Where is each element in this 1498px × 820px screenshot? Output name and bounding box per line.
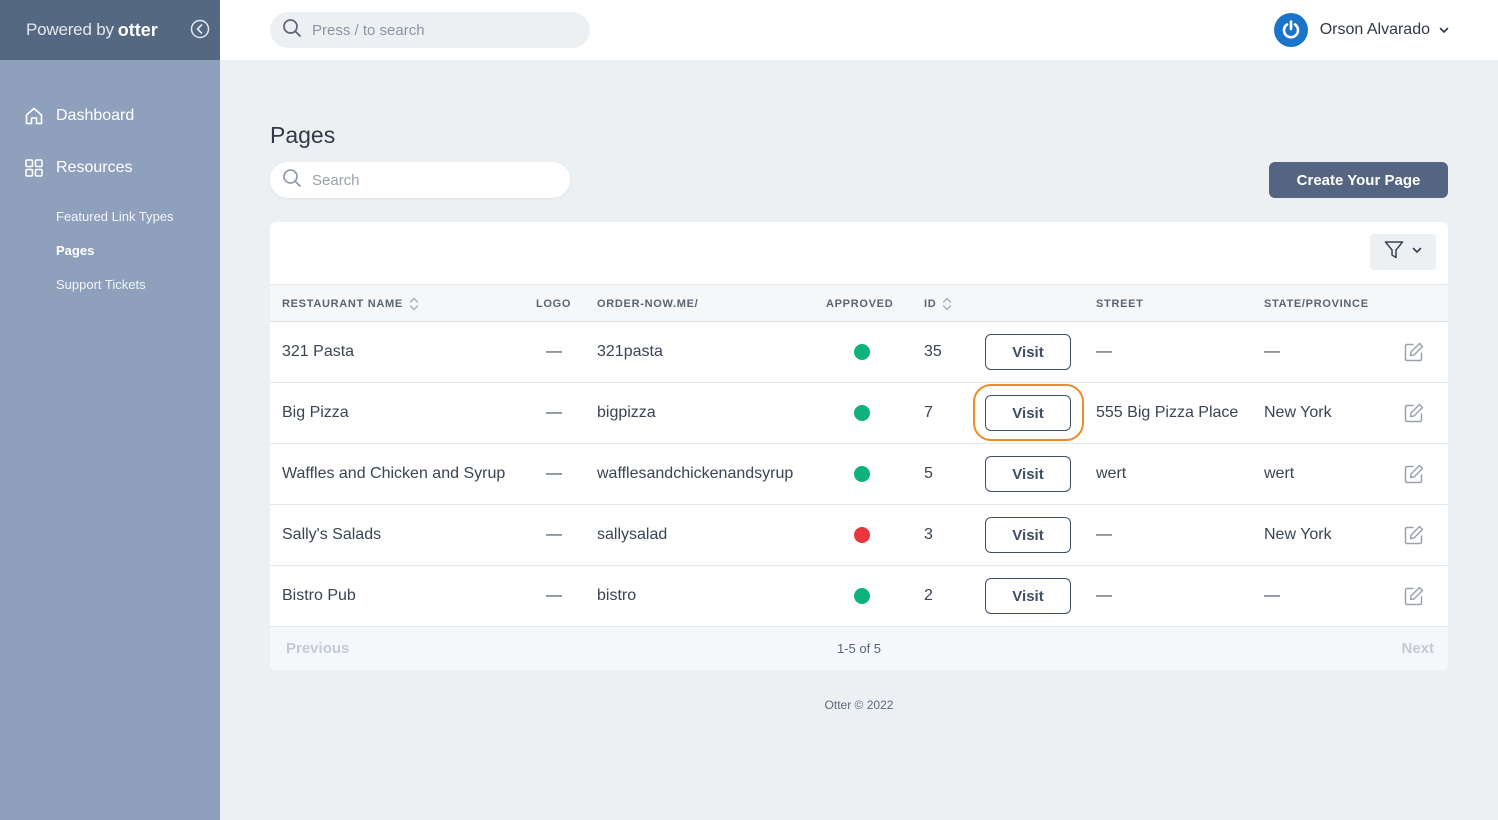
table-header: RESTAURANT NAME LOGO ORDER-NOW.ME/ APPRO… (270, 284, 1448, 322)
restaurant-name: Big Pizza (282, 404, 349, 421)
sort-icon[interactable] (409, 296, 419, 312)
footer: Otter © 2022 (824, 698, 894, 712)
pages-table-card: RESTAURANT NAME LOGO ORDER-NOW.ME/ APPRO… (270, 222, 1448, 670)
page-id: 5 (924, 465, 933, 482)
street: — (1096, 526, 1112, 543)
table-row: 321 Pasta — 321pasta 35 Visit — — (270, 322, 1448, 383)
topbar: Orson Alvarado (220, 0, 1498, 60)
column-header-label: ID (924, 298, 937, 310)
order-now-slug: bigpizza (597, 404, 656, 421)
sidebar-item-label: Resources (56, 159, 133, 176)
brand-prefix: Powered by (26, 20, 114, 39)
column-header-label: RESTAURANT NAME (282, 298, 403, 310)
state-province: — (1264, 343, 1280, 360)
restaurant-name: Waffles and Chicken and Syrup (282, 465, 506, 482)
sort-icon[interactable] (942, 296, 952, 312)
page-id: 7 (924, 404, 933, 421)
order-now-slug: sallysalad (597, 526, 668, 543)
street: wert (1096, 465, 1127, 482)
visit-button[interactable]: Visit (985, 395, 1071, 431)
approved-status-dot (854, 466, 870, 482)
edit-icon[interactable] (1403, 402, 1425, 424)
visit-button[interactable]: Visit (985, 334, 1071, 370)
table-row: Big Pizza — bigpizza 7 Visit 555 Big Piz… (270, 383, 1448, 444)
column-header-street: STREET (1096, 298, 1144, 310)
sidebar-subitem-pages[interactable]: Pages (0, 234, 220, 268)
state-province: New York (1264, 526, 1332, 543)
restaurant-name: 321 Pasta (282, 343, 355, 360)
pagination-count: 1-5 of 5 (836, 641, 882, 656)
sidebar-item-label: Dashboard (56, 107, 135, 124)
pages-search[interactable] (270, 162, 570, 198)
collapse-sidebar-icon[interactable] (190, 19, 210, 39)
pagination: Previous 1-5 of 5 Next (270, 627, 1448, 670)
sidebar-subitem-featured-link-types[interactable]: Featured Link Types (0, 200, 220, 234)
chevron-down-icon (1411, 243, 1423, 261)
street: 555 Big Pizza Place (1096, 404, 1239, 421)
page-id: 2 (924, 587, 933, 604)
column-header-order-now: ORDER-NOW.ME/ (597, 298, 699, 310)
state-province: wert (1264, 465, 1295, 482)
chevron-down-icon (1438, 24, 1450, 36)
not-approved-status-dot (854, 527, 870, 543)
page-title: Pages (270, 122, 336, 148)
logo-cell: — (546, 465, 562, 482)
table-row: Waffles and Chicken and Syrup — wafflesa… (270, 444, 1448, 505)
table-row: Sally's Salads — sallysalad 3 Visit — Ne… (270, 505, 1448, 566)
user-name: Orson Alvarado (1319, 21, 1430, 38)
page-id: 3 (924, 526, 933, 543)
restaurant-name: Sally's Salads (282, 526, 382, 543)
sidebar-item-resources[interactable]: Resources (0, 142, 220, 194)
street: — (1096, 587, 1112, 604)
create-page-button[interactable]: Create Your Page (1269, 162, 1448, 198)
visit-button[interactable]: Visit (985, 456, 1071, 492)
page-id: 35 (924, 343, 942, 360)
visit-button[interactable]: Visit (985, 517, 1071, 553)
visit-button[interactable]: Visit (985, 578, 1071, 614)
street: — (1096, 343, 1112, 360)
state-province: New York (1264, 404, 1332, 421)
edit-icon[interactable] (1403, 341, 1425, 363)
logo-cell: — (546, 343, 562, 360)
approved-status-dot (854, 588, 870, 604)
next-page-button[interactable]: Next (1401, 627, 1434, 670)
restaurant-name: Bistro Pub (282, 587, 356, 604)
user-menu[interactable]: Orson Alvarado (1273, 13, 1450, 47)
filter-icon (1383, 239, 1405, 266)
order-now-slug: 321pasta (597, 343, 663, 360)
global-search-input[interactable] (312, 21, 572, 39)
table-row: Bistro Pub — bistro 2 Visit — — (270, 566, 1448, 627)
sidebar-subitem-support-tickets[interactable]: Support Tickets (0, 268, 220, 302)
brand-header: Powered by otter (0, 0, 220, 60)
pages-search-input[interactable] (312, 171, 552, 189)
avatar (1273, 13, 1308, 47)
approved-status-dot (854, 405, 870, 421)
column-header-logo: LOGO (536, 298, 572, 310)
home-icon (24, 106, 44, 126)
order-now-slug: bistro (597, 587, 637, 604)
column-header-id[interactable]: ID (924, 285, 952, 323)
edit-icon[interactable] (1403, 524, 1425, 546)
grid-icon (24, 158, 44, 178)
sidebar-item-dashboard[interactable]: Dashboard (0, 90, 220, 142)
edit-icon[interactable] (1403, 463, 1425, 485)
search-icon (282, 168, 302, 193)
state-province: — (1264, 587, 1280, 604)
column-header-approved: APPROVED (826, 298, 894, 310)
approved-status-dot (854, 344, 870, 360)
search-icon (282, 18, 302, 43)
logo-cell: — (546, 404, 562, 421)
sidebar: Powered by otter Dashboard Resources Fea… (0, 0, 220, 820)
order-now-slug: wafflesandchickenandsyrup (597, 465, 794, 482)
logo-cell: — (546, 587, 562, 604)
global-search[interactable] (270, 12, 590, 48)
edit-icon[interactable] (1403, 585, 1425, 607)
column-header-restaurant-name[interactable]: RESTAURANT NAME (282, 285, 419, 323)
column-header-state: STATE/PROVINCE (1264, 298, 1369, 310)
filter-button[interactable] (1370, 234, 1436, 270)
logo-cell: — (546, 526, 562, 543)
brand-logo: otter (117, 19, 158, 40)
sidebar-nav: Dashboard Resources Featured Link Types … (0, 60, 220, 302)
